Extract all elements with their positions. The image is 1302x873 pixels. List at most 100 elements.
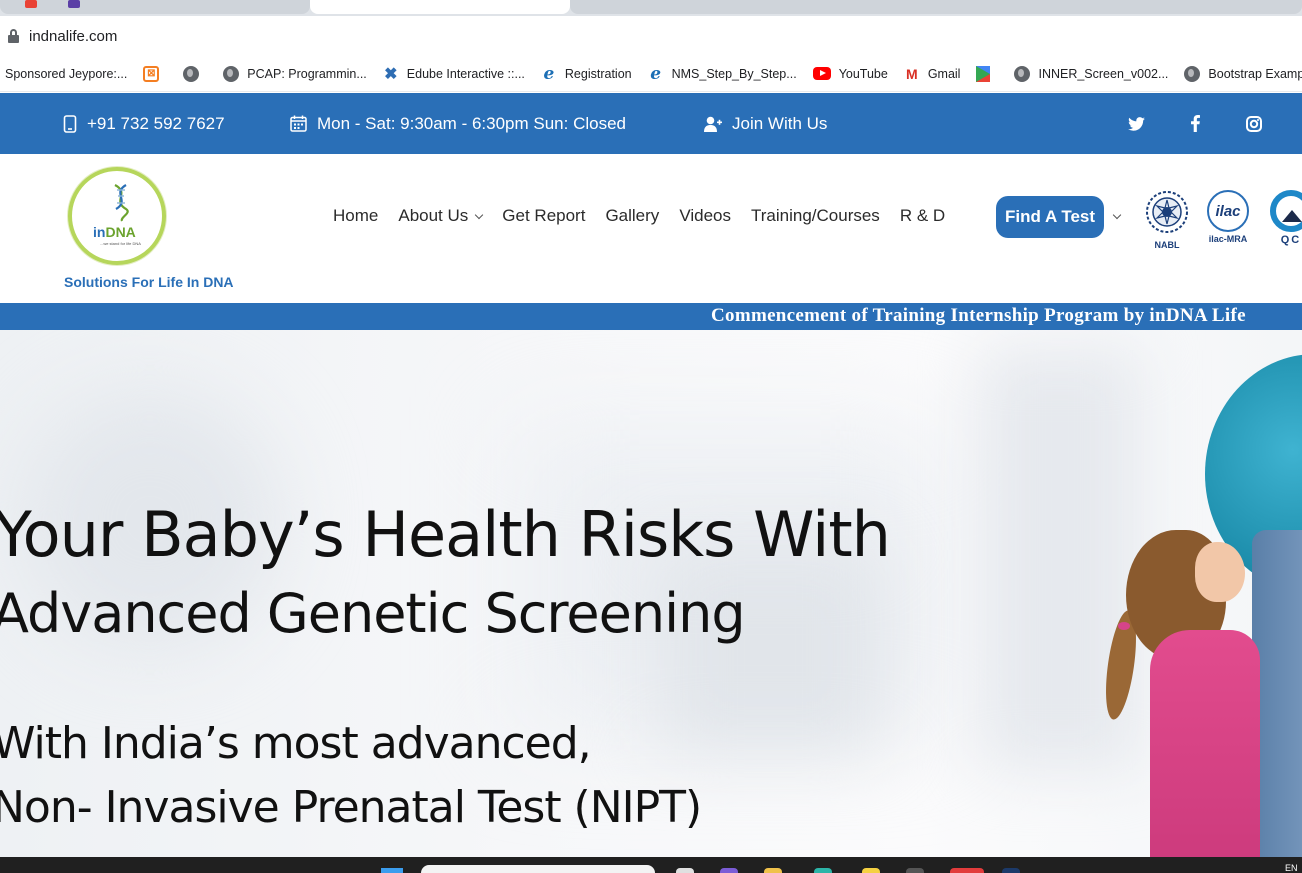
ilac-mra-label: ilac-MRA <box>1208 234 1248 244</box>
hours-text: Mon - Sat: 9:30am - 6:30pm Sun: Closed <box>317 113 626 133</box>
ie-icon: e <box>543 63 555 84</box>
play-store-icon <box>976 65 991 82</box>
qc-badge: QC <box>1270 190 1302 246</box>
logo-wordmark: inDNA <box>93 224 136 240</box>
chrome-taskbar-icon[interactable] <box>950 868 984 873</box>
bookmark-label: PCAP: Programmin... <box>247 66 367 81</box>
windows-start-icon[interactable] <box>381 868 403 873</box>
news-ticker: Commencement of Training Internship Prog… <box>0 303 1302 330</box>
language-indicator[interactable]: EN <box>1285 863 1298 873</box>
nav-training-courses[interactable]: Training/Courses <box>751 206 880 226</box>
browser-tab[interactable] <box>570 0 1302 14</box>
main-nav: Home About Us Get Report Gallery Videos … <box>333 194 965 238</box>
url-text[interactable]: indnalife.com <box>29 28 117 45</box>
globe-icon <box>1184 65 1201 82</box>
taskbar-app-icon[interactable] <box>906 868 924 873</box>
ilac-emblem-text: ilac <box>1215 202 1241 220</box>
gmail-icon: M <box>905 65 918 82</box>
twitter-link[interactable] <box>1128 93 1145 154</box>
contact-bar: +91 732 592 7627 Mon - Sat: 9:30am - 6:3… <box>0 93 1302 154</box>
mountain-icon <box>1282 210 1302 222</box>
nav-r-and-d[interactable]: R & D <box>900 206 945 226</box>
hero-headline-line2: Advanced Genetic Screening <box>0 582 746 645</box>
nav-get-report[interactable]: Get Report <box>502 206 585 226</box>
bookmark-sponsored-jeypore[interactable]: Sponsored Jeypore:... <box>5 67 127 81</box>
globe-icon <box>223 65 240 82</box>
taskbar-app-icon[interactable] <box>720 868 738 873</box>
nav-about-us[interactable]: About Us <box>398 206 484 226</box>
bookmark-inner-screen[interactable]: INNER_Screen_v002... <box>1014 65 1169 82</box>
ie-icon: e <box>650 63 662 84</box>
facebook-icon <box>1191 115 1200 132</box>
join-with-us-link[interactable]: Join With Us <box>704 93 827 154</box>
tab-favicon <box>25 0 37 8</box>
qc-label: QC <box>1280 234 1302 246</box>
logo-small-tagline: ...we stand for life DNA <box>100 241 141 246</box>
taskbar-app-icon[interactable] <box>862 868 880 873</box>
calendar-icon <box>290 115 307 132</box>
nav-gallery[interactable]: Gallery <box>605 206 659 226</box>
os-taskbar: EN <box>0 857 1302 873</box>
nav-videos[interactable]: Videos <box>679 206 731 226</box>
twitter-icon <box>1128 116 1145 131</box>
find-a-test-button[interactable]: Find A Test <box>996 196 1104 238</box>
bookmark-registration[interactable]: e Registration <box>541 63 632 84</box>
bookmark-bootstrap[interactable]: Bootstrap Exampl <box>1184 65 1302 82</box>
youtube-icon <box>812 67 831 80</box>
nav-about-us-label: About Us <box>398 206 469 225</box>
bookmark-label: Edube Interactive ::... <box>406 66 525 81</box>
bookmark-pcap[interactable]: PCAP: Programmin... <box>223 65 367 82</box>
chevron-down-icon <box>475 210 484 220</box>
ticker-text[interactable]: Commencement of Training Internship Prog… <box>711 305 1246 327</box>
hero-photo-girl-face <box>1195 542 1245 602</box>
hero-banner: Your Baby’s Health Risks With Advanced G… <box>0 330 1302 857</box>
chevron-down-icon[interactable] <box>1112 210 1122 220</box>
bookmark-xampp[interactable]: ⊠ <box>143 65 167 82</box>
hero-photo-hair-tie <box>1118 622 1130 630</box>
qc-emblem <box>1270 190 1302 232</box>
bookmark-edube[interactable]: ✖ Edube Interactive ::... <box>383 66 525 83</box>
tab-strip <box>0 0 1302 16</box>
nav-home[interactable]: Home <box>333 206 378 226</box>
ilac-mra-badge: ilac ilac-MRA <box>1207 190 1249 244</box>
bookmark-label: YouTube <box>838 66 888 81</box>
nabl-label: NABL <box>1154 240 1180 250</box>
phone-contact[interactable]: +91 732 592 7627 <box>63 93 225 154</box>
dna-helix-icon <box>114 184 129 222</box>
site-tagline: Solutions For Life In DNA <box>64 274 234 290</box>
browser-tab[interactable] <box>0 0 310 14</box>
address-bar[interactable]: indnalife.com <box>0 16 1302 56</box>
facebook-link[interactable] <box>1191 93 1200 154</box>
nabl-emblem-icon <box>1146 191 1188 233</box>
hero-headline-line1: Your Baby’s Health Risks With <box>0 498 891 571</box>
folder-icon[interactable] <box>764 868 782 873</box>
bookmark-label: Bootstrap Exampl <box>1208 66 1302 81</box>
taskbar-app-icon[interactable] <box>676 868 694 873</box>
hero-subline-line2: Non- Invasive Prenatal Test (NIPT) <box>0 782 702 833</box>
bookmark-label: Sponsored Jeypore:... <box>5 66 128 81</box>
taskbar-app-icon[interactable] <box>1002 868 1020 873</box>
globe-icon <box>183 65 200 82</box>
browser-tab-active[interactable] <box>310 0 570 14</box>
instagram-link[interactable] <box>1246 93 1262 154</box>
hero-photo-girl-shirt <box>1150 630 1260 857</box>
opening-hours: Mon - Sat: 9:30am - 6:30pm Sun: Closed <box>290 93 626 154</box>
bookmark-globe[interactable] <box>183 65 207 82</box>
tab-favicon <box>68 0 80 8</box>
bookmark-label: Registration <box>564 66 632 81</box>
bookmark-gmail[interactable]: M Gmail <box>904 66 961 82</box>
mobile-phone-icon <box>63 114 77 133</box>
hero-background-blur <box>660 550 880 750</box>
bookmark-nms[interactable]: e NMS_Step_By_Step... <box>648 63 797 84</box>
bookmark-label: Gmail <box>927 66 961 81</box>
logo[interactable] <box>68 167 166 265</box>
bookmark-youtube[interactable]: YouTube <box>812 66 888 81</box>
lock-icon[interactable] <box>8 29 19 43</box>
bookmark-play-store[interactable] <box>976 65 998 82</box>
join-label: Join With Us <box>732 113 828 133</box>
taskbar-app-icon[interactable] <box>814 868 832 873</box>
bookmark-label: INNER_Screen_v002... <box>1038 66 1169 81</box>
globe-icon <box>1014 65 1031 82</box>
taskbar-search-box[interactable] <box>421 865 655 873</box>
bookmark-label: NMS_Step_By_Step... <box>671 66 797 81</box>
